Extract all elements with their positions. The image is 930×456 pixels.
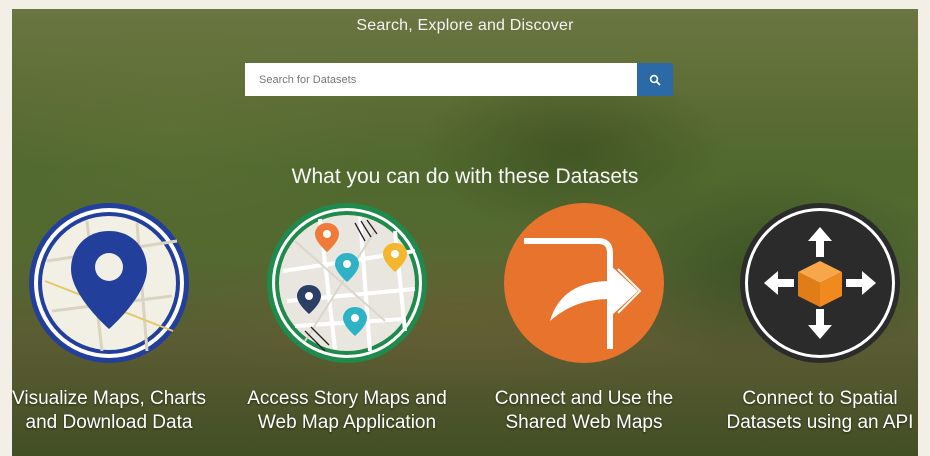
section-title: What you can do with these Datasets (291, 165, 639, 188)
api-cube-icon (740, 203, 900, 363)
search-icon (649, 74, 661, 86)
card-label: Connect and Use the Shared Web Maps (494, 388, 674, 433)
card-story-maps[interactable]: Access Story Maps and Web Map Applicatio… (247, 201, 447, 435)
search-input[interactable] (245, 63, 637, 96)
hero-banner: Search, Explore and Discover What you ca… (12, 9, 918, 456)
search-bar (245, 63, 673, 96)
search-button[interactable] (637, 63, 673, 96)
card-label: Visualize Maps, Charts and Download Data (12, 388, 206, 433)
street-map-icon (267, 203, 427, 363)
card-shared-web-maps[interactable]: Connect and Use the Shared Web Maps (484, 201, 684, 435)
share-arrow-icon (504, 203, 664, 363)
card-spatial-api[interactable]: Connect to Spatial Datasets using an API (720, 201, 918, 435)
card-label: Connect to Spatial Datasets using an API (726, 388, 914, 433)
map-pin-icon (29, 203, 189, 363)
hero-title: Search, Explore and Discover (356, 17, 574, 34)
card-visualize-maps[interactable]: Visualize Maps, Charts and Download Data (12, 201, 209, 435)
card-label: Access Story Maps and Web Map Applicatio… (247, 388, 447, 433)
